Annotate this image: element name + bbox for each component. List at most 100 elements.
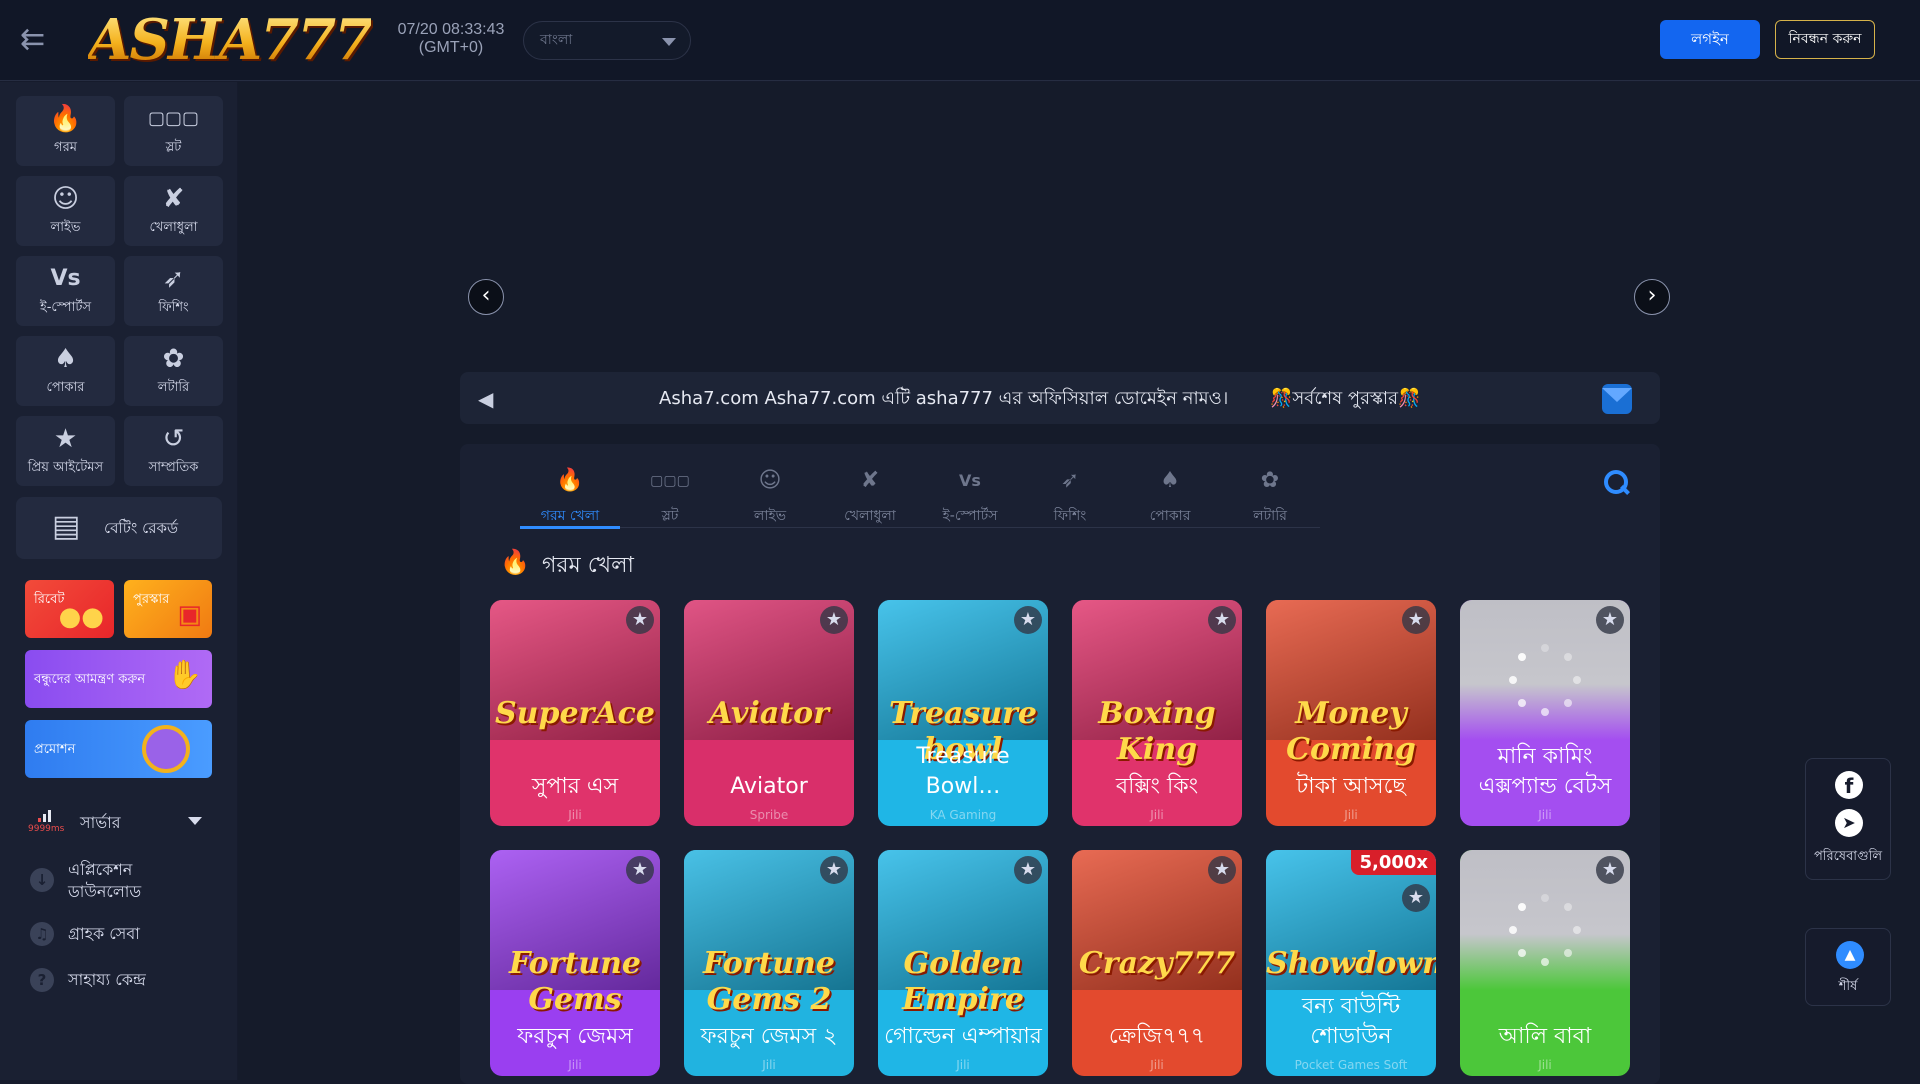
- tab-lottery[interactable]: ✿ লটারি: [1220, 458, 1320, 528]
- customer-service-link[interactable]: ♫ গ্রাহক সেবা: [30, 922, 220, 948]
- carousel-next-button[interactable]: ›: [1634, 279, 1670, 315]
- help-center-link[interactable]: ? সাহায্য কেন্দ্র: [30, 968, 220, 994]
- speaker-icon[interactable]: ◀: [478, 387, 493, 411]
- favorite-star-icon[interactable]: ★: [1014, 606, 1042, 634]
- search-icon[interactable]: [1602, 468, 1632, 498]
- game-card[interactable]: SuperAce ★ সুপার এস Jili: [490, 600, 660, 826]
- game-card[interactable]: Fortune Gems ★ ফরচুন জেমস Jili: [490, 850, 660, 1076]
- tab-live[interactable]: ☺ লাইভ: [720, 458, 820, 528]
- tab-hot-games[interactable]: 🔥 গরম খেলা: [520, 458, 620, 529]
- flame-icon: 🔥: [49, 104, 82, 134]
- sidebar-item-label: ফিশিং: [158, 300, 189, 315]
- server-clock: 07/20 08:33:43 (GMT+0): [392, 21, 510, 57]
- favorite-star-icon[interactable]: ★: [626, 606, 654, 634]
- esports-vs-icon: Vs: [959, 471, 981, 490]
- back-to-top-button[interactable]: ▲ শীর্ষ: [1805, 928, 1891, 1006]
- poker-cards-icon: ♠: [1160, 468, 1180, 493]
- server-latency: 9999ms: [28, 824, 65, 834]
- announcement-marquee: ◀ Asha7.com Asha77.com এটি asha777 এর অফ…: [460, 372, 1660, 424]
- loading-spinner-icon: [1505, 890, 1585, 970]
- game-card[interactable]: Boxing King ★ বক্সিং কিং Jili: [1072, 600, 1242, 826]
- carousel-prev-button[interactable]: ‹: [468, 279, 504, 315]
- sidebar-item-lottery[interactable]: ✿ লটারি: [124, 336, 223, 406]
- sidebar-item-sports[interactable]: ✘ খেলাধুলা: [124, 176, 223, 246]
- tab-sports[interactable]: ✘ খেলাধুলা: [820, 458, 920, 528]
- favorite-star-icon[interactable]: ★: [1596, 606, 1624, 634]
- game-card[interactable]: Showdown 5,000x ★ বন্য বাউন্টি শোডাউন Pocket…: [1266, 850, 1436, 1076]
- server-select[interactable]: 9999ms সার্ভার: [20, 802, 220, 838]
- game-art-title: Money Coming: [1286, 696, 1416, 767]
- sidebar-item-hot[interactable]: 🔥 গরম: [16, 96, 115, 166]
- telegram-icon[interactable]: ➤: [1835, 809, 1863, 837]
- game-card[interactable]: Aviator ★ Aviator Spribe: [684, 600, 854, 826]
- favorite-star-icon[interactable]: ★: [626, 856, 654, 884]
- tab-poker[interactable]: ♠ পোকার: [1120, 458, 1220, 528]
- site-logo[interactable]: ASHA777: [88, 10, 373, 70]
- sidebar-item-esports[interactable]: Vs ই-স্পোর্টস: [16, 256, 115, 326]
- invite-friends-promo[interactable]: বন্ধুদের আমন্ত্রণ করুন ✋: [25, 650, 212, 708]
- sidebar-item-favorites[interactable]: ★ প্রিয় আইটেমস: [16, 416, 115, 486]
- back-to-top-label: শীর্ষ: [1838, 979, 1858, 994]
- coin-stack-icon: ▤: [52, 509, 81, 544]
- promotion-label: প্রমোশন: [34, 742, 76, 757]
- game-card[interactable]: Fortune Gems 2 ★ ফরচুন জেমস ২ Jili: [684, 850, 854, 1076]
- favorite-star-icon[interactable]: ★: [1596, 856, 1624, 884]
- sports-icon: ✘: [162, 184, 185, 214]
- game-provider: Jili: [568, 808, 582, 822]
- language-select[interactable]: বাংলা: [523, 21, 691, 60]
- favorite-star-icon[interactable]: ★: [1014, 856, 1042, 884]
- app-download-link[interactable]: ↓ এপ্লিকেশন ডাউনলোড: [30, 858, 220, 902]
- game-art-title: Fortune Gems 2: [702, 946, 836, 1017]
- services-label: পরিষেবাগুলি: [1813, 849, 1883, 864]
- favorite-star-icon[interactable]: ★: [1208, 606, 1236, 634]
- handshake-icon: ✋: [167, 658, 202, 691]
- star-icon: ★: [53, 424, 78, 454]
- sidebar-item-label: স্লট: [165, 140, 182, 155]
- tab-slots[interactable]: ▢▢▢ স্লট: [620, 458, 720, 528]
- game-art-title: Golden Empire: [902, 946, 1024, 1017]
- register-button[interactable]: নিবন্ধন করুন: [1775, 20, 1875, 59]
- chevron-down-icon: [188, 817, 202, 825]
- tab-label: গরম খেলা: [540, 508, 600, 524]
- language-value: বাংলা: [540, 32, 573, 48]
- facebook-icon[interactable]: f: [1835, 771, 1863, 799]
- mail-icon[interactable]: [1602, 384, 1632, 414]
- game-card[interactable]: Golden Empire ★ গোল্ডেন এম্পায়ার Jili: [878, 850, 1048, 1076]
- game-card[interactable]: Treasure bowl ★ Treasure Bowl… KA Gaming: [878, 600, 1048, 826]
- tab-label: ই-স্পোর্টস: [942, 508, 998, 524]
- betting-record-button[interactable]: ▤ বেটিং রেকর্ড: [16, 497, 222, 559]
- favorite-star-icon[interactable]: ★: [1402, 884, 1430, 912]
- sidebar-item-poker[interactable]: ♠ পোকার: [16, 336, 115, 406]
- rebate-promo[interactable]: রিবেট ●●: [25, 580, 114, 638]
- game-card[interactable]: ★ মানি কামিং এক্সপ্যান্ড বেটস Jili: [1460, 600, 1630, 826]
- favorite-star-icon[interactable]: ★: [1208, 856, 1236, 884]
- game-name: ক্রেজি৭৭৭: [1108, 1024, 1206, 1049]
- favorite-star-icon[interactable]: ★: [820, 606, 848, 634]
- collapse-sidebar-icon[interactable]: ⇇: [20, 25, 56, 55]
- tab-esports[interactable]: Vs ই-স্পোর্টস: [920, 458, 1020, 528]
- sidebar-item-live[interactable]: ☺ লাইভ: [16, 176, 115, 246]
- slot-machine-icon: ▢▢▢: [147, 108, 200, 129]
- game-provider: Spribe: [749, 808, 789, 822]
- game-provider: Jili: [568, 1058, 582, 1072]
- lottery-icon: ✿: [1260, 468, 1280, 493]
- betting-record-label: বেটিং রেকর্ড: [104, 519, 178, 537]
- game-card[interactable]: Crazy777 ★ ক্রেজি৭৭৭ Jili: [1072, 850, 1242, 1076]
- sidebar: 🔥 গরম ▢▢▢ স্লট ☺ লাইভ ✘ খেলাধুলা Vs ই-স্…: [0, 82, 237, 1080]
- tab-fishing[interactable]: ➶ ফিশিং: [1020, 458, 1120, 528]
- game-card[interactable]: ★ আলি বাবা Jili: [1460, 850, 1630, 1076]
- game-name: আলি বাবা: [1498, 1024, 1592, 1049]
- sidebar-item-slots[interactable]: ▢▢▢ স্লট: [124, 96, 223, 166]
- game-provider: Pocket Games Soft: [1294, 1058, 1408, 1072]
- sidebar-item-label: পোকার: [46, 380, 85, 395]
- game-card[interactable]: Money Coming ★ টাকা আসছে Jili: [1266, 600, 1436, 826]
- game-provider: Jili: [1344, 808, 1358, 822]
- login-button[interactable]: লগইন: [1660, 20, 1760, 59]
- promotion-promo[interactable]: প্রমোশন: [25, 720, 212, 778]
- sidebar-item-recent[interactable]: ↺ সাম্প্রতিক: [124, 416, 223, 486]
- favorite-star-icon[interactable]: ★: [820, 856, 848, 884]
- tab-label: পোকার: [1149, 508, 1191, 524]
- reward-promo[interactable]: পুরস্কার ▣: [124, 580, 212, 638]
- sidebar-item-fishing[interactable]: ➶ ফিশিং: [124, 256, 223, 326]
- favorite-star-icon[interactable]: ★: [1402, 606, 1430, 634]
